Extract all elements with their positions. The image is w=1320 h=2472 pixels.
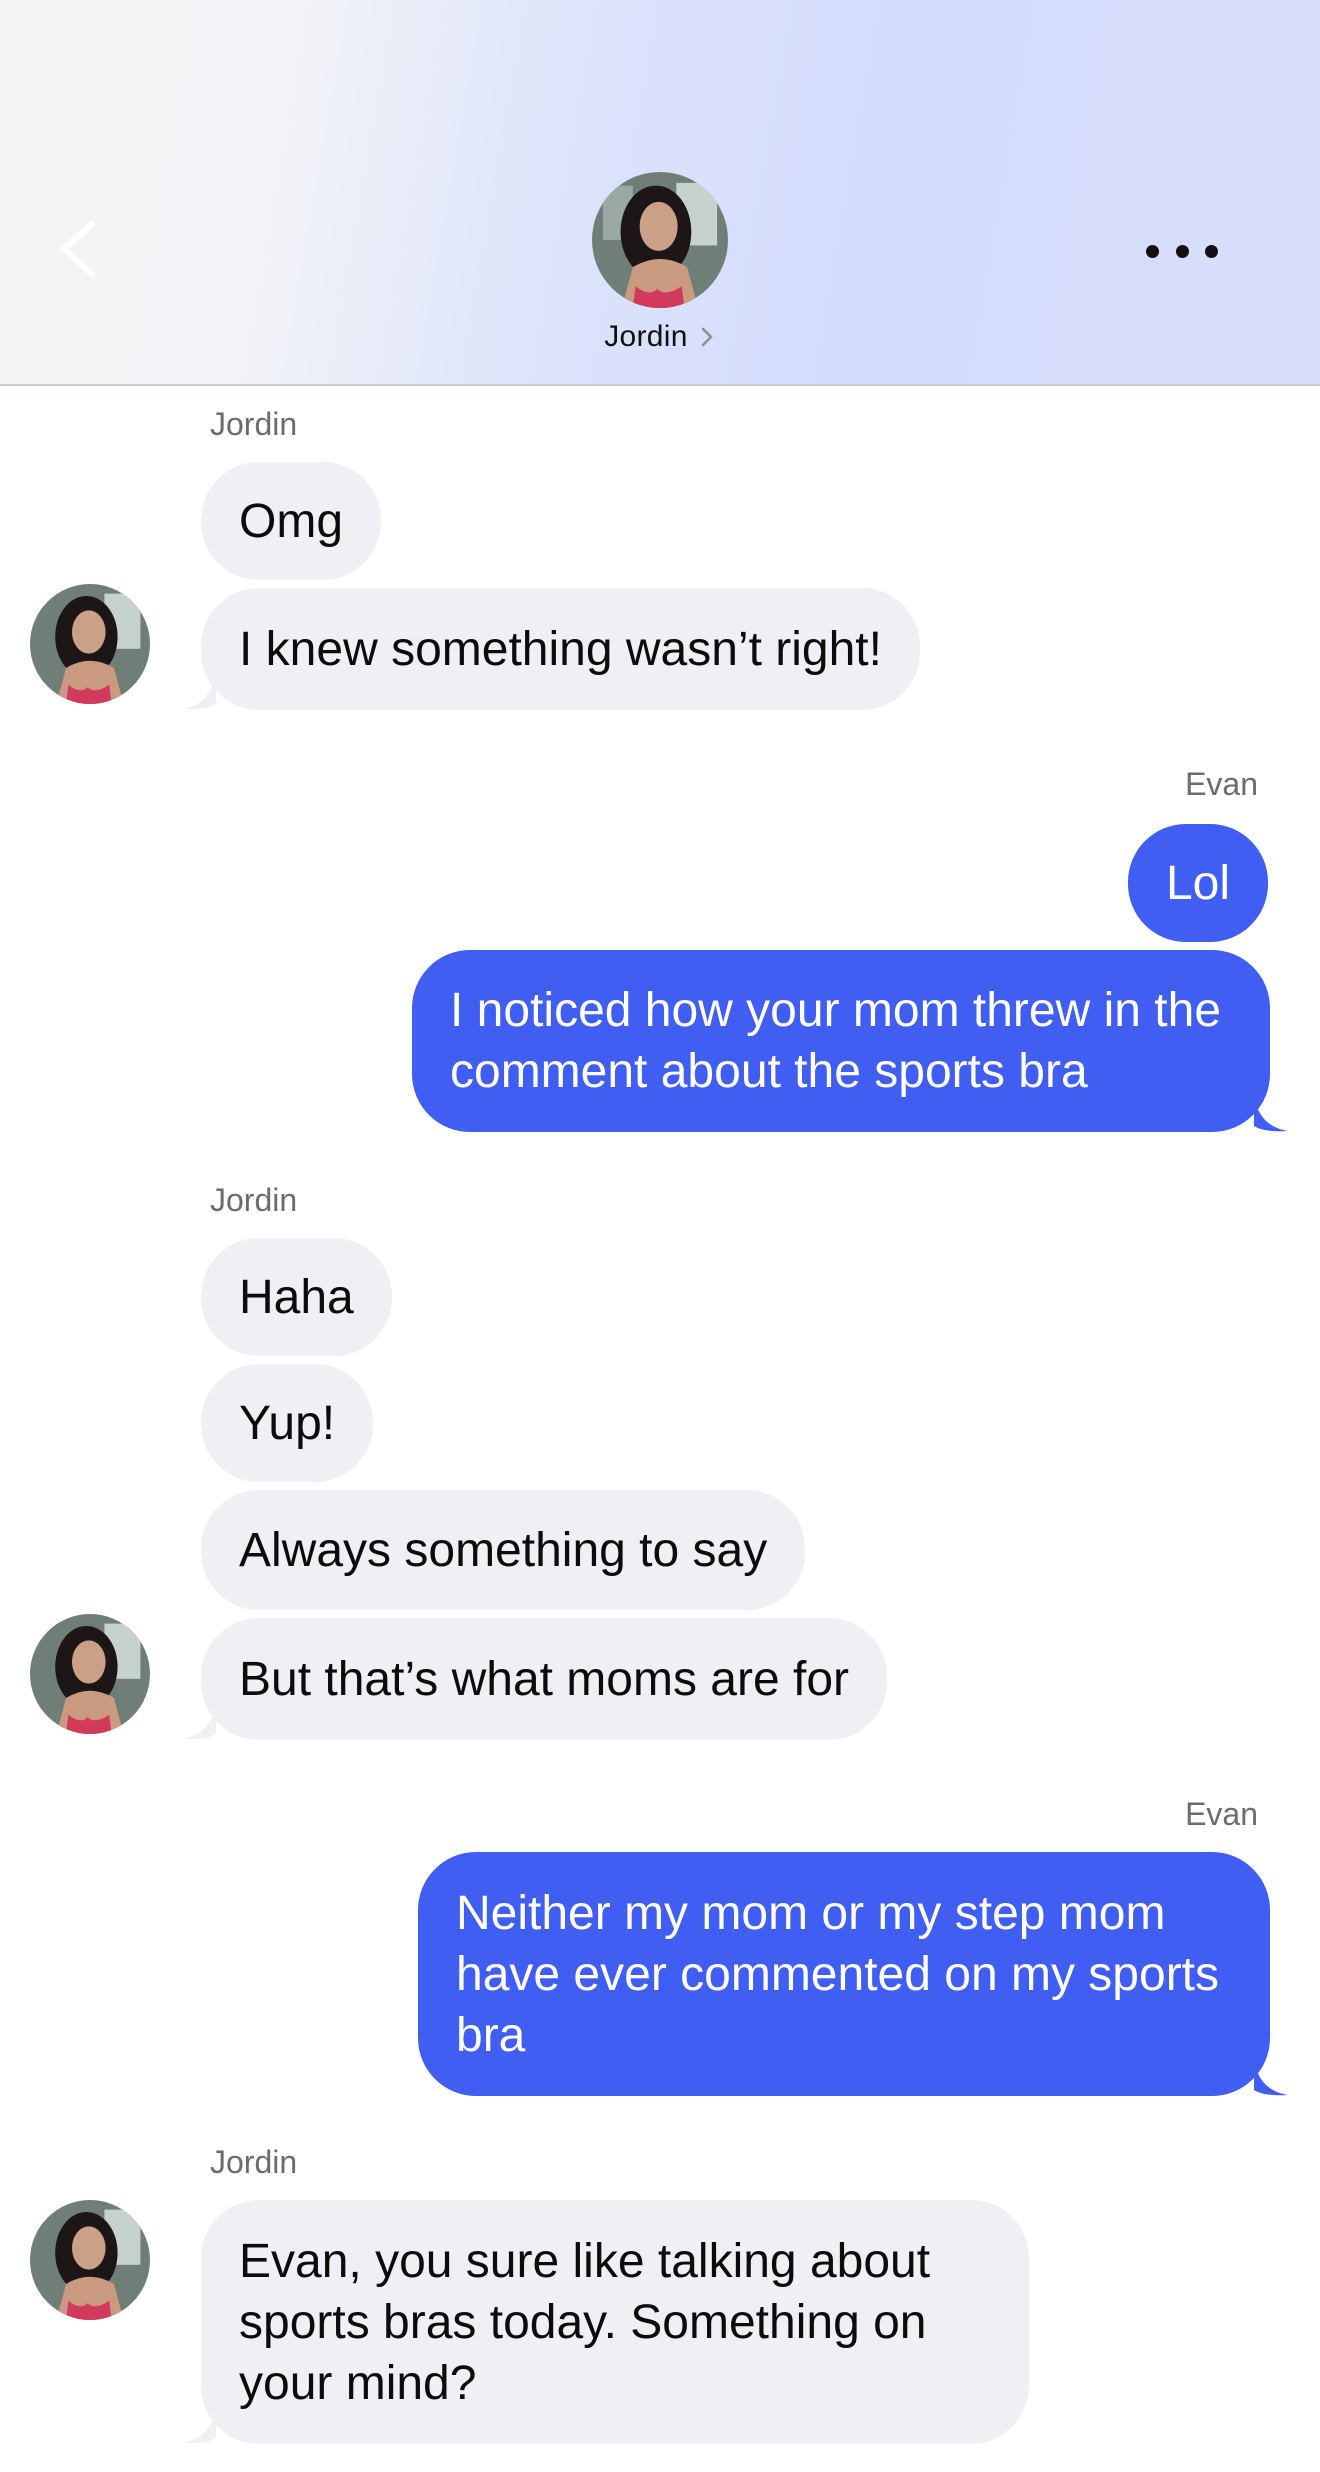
bubble-tail bbox=[1254, 2060, 1288, 2096]
message-bubble-incoming[interactable]: But that’s what moms are for bbox=[201, 1618, 888, 1740]
conversation-header: Jordin bbox=[0, 0, 1320, 386]
ellipsis-icon bbox=[1205, 244, 1218, 258]
more-options-button[interactable] bbox=[1146, 226, 1218, 276]
back-button[interactable] bbox=[52, 214, 112, 284]
message-bubble-incoming[interactable]: Yup! bbox=[201, 1364, 374, 1482]
contact-name[interactable]: Jordin bbox=[604, 320, 688, 354]
sender-label: Evan bbox=[1185, 766, 1258, 802]
sender-label: Evan bbox=[1185, 1796, 1258, 1832]
ellipsis-icon bbox=[1175, 244, 1189, 258]
message-bubble-incoming[interactable]: Always something to say bbox=[201, 1490, 806, 1610]
message-bubble-incoming[interactable]: Omg bbox=[201, 462, 382, 580]
contact-avatar[interactable] bbox=[592, 172, 728, 308]
sender-avatar[interactable] bbox=[30, 584, 150, 704]
message-bubble-outgoing[interactable]: Neither my mom or my step mom have ever … bbox=[418, 1852, 1270, 2096]
contact-photo bbox=[592, 172, 728, 308]
message-bubble-outgoing[interactable]: Lol bbox=[1127, 824, 1268, 942]
ellipsis-icon bbox=[1146, 244, 1159, 258]
sender-label: Jordin bbox=[210, 1182, 298, 1218]
message-bubble-incoming[interactable]: Evan, you sure like talking about sports… bbox=[201, 2200, 1029, 2444]
chevron-left-icon bbox=[61, 221, 95, 277]
sender-avatar[interactable] bbox=[30, 1614, 150, 1734]
contact-photo bbox=[30, 2200, 150, 2320]
contact-name-row[interactable]: Jordin bbox=[0, 320, 1320, 354]
sender-label: Jordin bbox=[210, 2144, 298, 2180]
contact-photo bbox=[30, 584, 150, 704]
message-bubble-incoming[interactable]: I knew something wasn’t right! bbox=[201, 588, 920, 710]
sender-label: Jordin bbox=[210, 406, 298, 442]
chevron-right-icon bbox=[701, 327, 712, 347]
contact-photo bbox=[30, 1614, 150, 1734]
bubble-tail bbox=[182, 1704, 216, 1740]
bubble-tail bbox=[182, 2408, 216, 2444]
bubble-tail bbox=[182, 674, 216, 710]
sender-avatar[interactable] bbox=[30, 2200, 150, 2320]
message-bubble-outgoing[interactable]: I noticed how your mom threw in the comm… bbox=[412, 950, 1270, 1132]
bubble-tail bbox=[1254, 1096, 1288, 1132]
message-bubble-incoming[interactable]: Haha bbox=[201, 1238, 392, 1356]
